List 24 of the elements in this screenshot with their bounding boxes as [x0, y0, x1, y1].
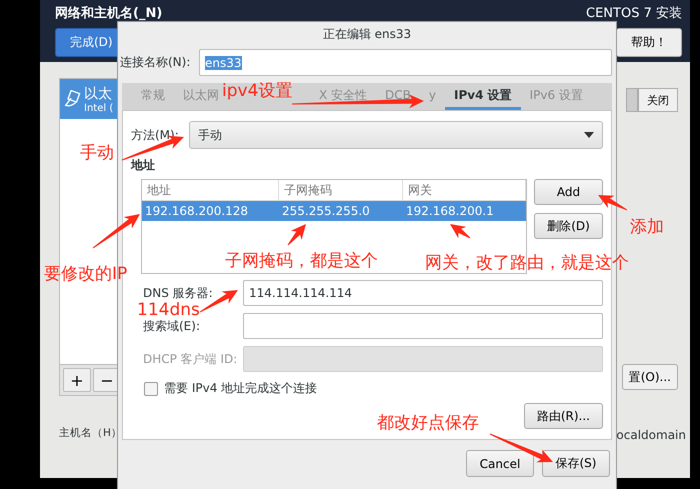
table-cell-text: 192.168.200.1: [405, 204, 495, 218]
field-label: 搜索域(E):: [143, 318, 200, 334]
screen-title: 网络和主机名(_N): [55, 4, 162, 22]
annotation-text: 子网掩码，都是这个: [225, 250, 378, 272]
installer-title: CENTOS 7 安装: [586, 5, 682, 22]
annotation-text: 网关，改了路由，就是这个: [425, 252, 629, 274]
address-heading: 地址: [131, 157, 156, 174]
table-cell-text: 192.168.200.128: [144, 204, 250, 218]
domain-text: ocaldomain: [616, 428, 686, 442]
annotation-text: 114dns: [137, 300, 200, 320]
annotation-text: 都改好点保存: [377, 412, 479, 434]
annotation-text: ipv4设置: [222, 80, 292, 102]
field-label: DHCP 客户端 ID:: [143, 350, 238, 368]
annotation-text: 要修改的IP: [44, 263, 128, 285]
table-cell-text: 255.255.255.0: [281, 204, 371, 218]
device-name: 以太: [84, 84, 113, 102]
hostname-label: 主机名（H）: [59, 426, 123, 440]
dialog-title: 正在编辑 ens33: [322, 26, 412, 43]
checkbox-label: 需要 IPv4 地址完成这个连接: [164, 380, 318, 397]
annotation-text: 手动: [80, 142, 114, 164]
device-detail: Intel (: [84, 102, 114, 114]
field-label: DNS 服务器:: [143, 284, 213, 302]
connection-name-label: 连接名称(N):: [120, 54, 192, 71]
annotation-text: 添加: [630, 216, 664, 238]
